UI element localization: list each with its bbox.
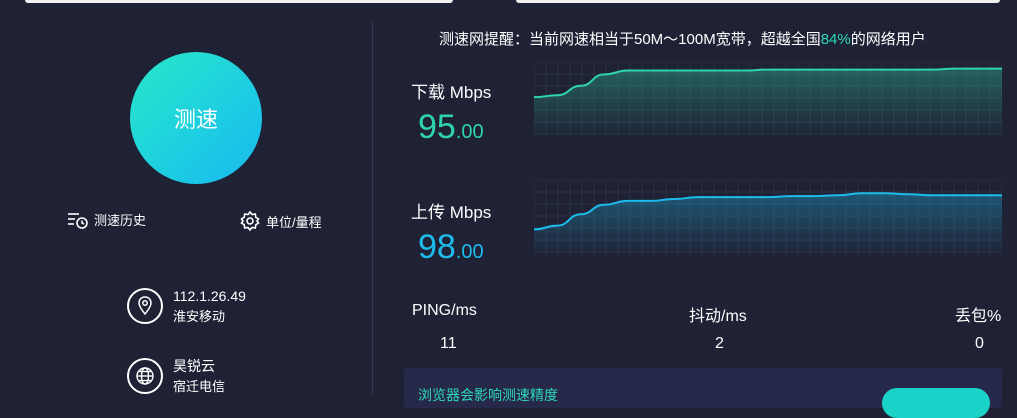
- notice-percent: 84%: [820, 31, 851, 48]
- notice-text: 测速网提醒：当前网速相当于50M～100M宽带，超越全国: [439, 31, 821, 48]
- jitter-label: 抖动/ms: [689, 308, 747, 325]
- loss-value: 0: [975, 335, 984, 352]
- tip-text: 浏览器会影响测速精度: [418, 387, 558, 403]
- client-ip: 112.1.26.49: [173, 288, 246, 304]
- server-info[interactable]: 昊锐云 宿迁电信: [127, 356, 225, 398]
- download-label: 下载 Mbps: [411, 83, 492, 102]
- unit-range-button[interactable]: 单位/量程: [239, 210, 322, 232]
- upload-value-int: 98: [418, 228, 456, 266]
- browser-tip-banner: 浏览器会影响测速精度: [404, 368, 1002, 418]
- download-value-int: 95: [418, 108, 456, 146]
- upload-value-dec: .00: [455, 241, 484, 263]
- history-label: 测速历史: [94, 213, 147, 228]
- speedtest-button-label: 测速: [173, 107, 218, 132]
- ping-label: PING/ms: [412, 302, 477, 319]
- unit-range-label: 单位/量程: [266, 214, 322, 230]
- upload-chart-area: [534, 193, 1002, 256]
- download-value: 95.00: [418, 108, 484, 147]
- globe-icon: [127, 358, 163, 394]
- server-name: 昊锐云: [173, 358, 215, 374]
- tip-action-button[interactable]: [882, 388, 990, 418]
- panel-divider: [372, 22, 373, 395]
- top-input-bar-right: [516, 0, 1000, 3]
- gear-icon: [240, 210, 260, 232]
- notice-suffix: 的网络用户: [850, 31, 926, 48]
- upload-chart: [534, 180, 1002, 256]
- client-isp: 淮安移动: [173, 309, 226, 324]
- ping-value: 11: [440, 335, 457, 352]
- start-speedtest-button[interactable]: 测速: [130, 52, 262, 184]
- download-chart-area: [534, 68, 1002, 138]
- upload-value: 98.00: [418, 228, 484, 267]
- loss-label: 丢包%: [955, 308, 1002, 325]
- jitter-value: 2: [715, 335, 724, 352]
- top-input-bar-left: [25, 0, 453, 3]
- client-info: 112.1.26.49 淮安移动: [127, 286, 246, 328]
- history-button[interactable]: 测速历史: [67, 210, 146, 229]
- speed-notice: 测速网提醒：当前网速相当于50M～100M宽带，超越全国84%的网络用户: [439, 28, 926, 49]
- download-chart: [534, 62, 1002, 138]
- upload-label: 上传 Mbps: [411, 203, 492, 222]
- location-pin-icon: [127, 288, 163, 324]
- history-icon: [68, 212, 88, 229]
- download-value-dec: .00: [455, 121, 484, 143]
